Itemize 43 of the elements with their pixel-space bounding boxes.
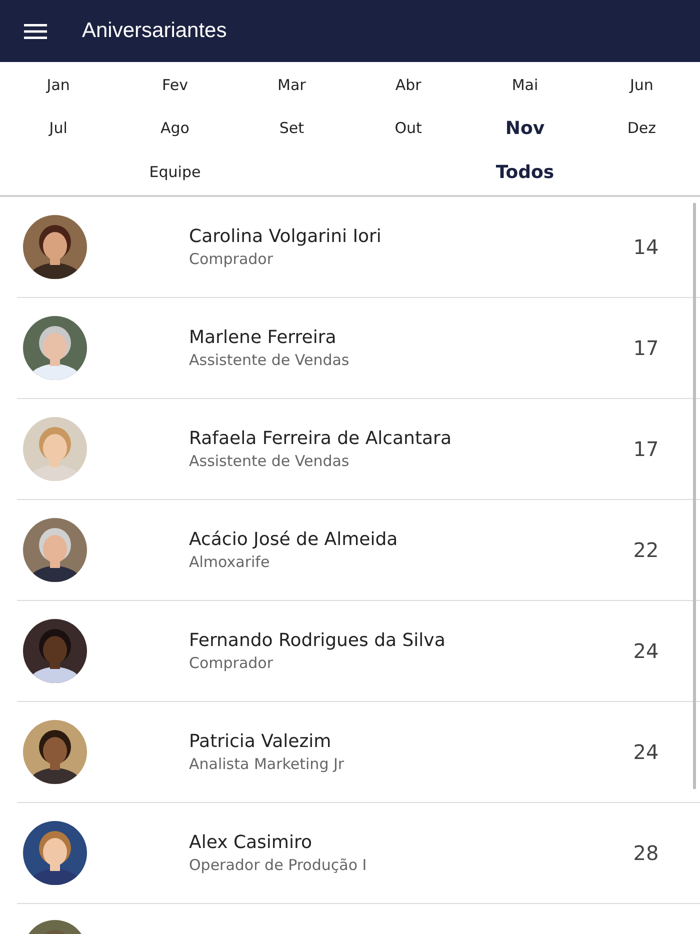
- person-name: Carolina Volgarini Iori: [189, 225, 382, 249]
- job-title: Assistente de Vendas: [189, 451, 350, 471]
- month-tab[interactable]: Nov: [505, 107, 545, 150]
- birthday-day: 24: [616, 737, 676, 767]
- person-name: Patricia Valezim: [189, 730, 332, 754]
- job-title: Almoxarife: [189, 552, 271, 572]
- birthday-row[interactable]: Rafaela Ferreira de Alcantara Assistente de Vendas 17: [17, 399, 700, 500]
- month-tab[interactable]: Abr: [395, 64, 422, 107]
- birthday-day: 28: [616, 838, 676, 868]
- filter-tab[interactable]: Todos: [496, 150, 554, 194]
- filter-tab[interactable]: Equipe: [149, 150, 201, 194]
- birthday-day: 24: [616, 636, 676, 666]
- birthday-day: 17: [616, 434, 676, 464]
- job-title: Comprador: [189, 653, 274, 673]
- month-tab[interactable]: Jun: [630, 64, 654, 107]
- birthday-row[interactable]: Patricia Valezim Analista Marketing Jr 24: [17, 702, 700, 803]
- month-tab[interactable]: Dez: [627, 107, 656, 150]
- birthday-row[interactable]: Alex Casimiro Operador de Produção I 28: [17, 803, 700, 904]
- month-tab[interactable]: Mar: [278, 64, 306, 107]
- app-title: Aniversariantes: [82, 18, 227, 44]
- birthday-row[interactable]: Marlene Ferreira Assistente de Vendas 17: [17, 298, 700, 399]
- person-name: Marlene Ferreira: [189, 326, 338, 350]
- birthday-row[interactable]: Fernando Rodrigues da Silva Comprador 24: [17, 601, 700, 702]
- month-tab[interactable]: Jul: [49, 107, 68, 150]
- month-tab[interactable]: Ago: [160, 107, 190, 150]
- month-tab[interactable]: Jan: [46, 64, 70, 107]
- person-name: Alex Casimiro: [189, 831, 313, 855]
- month-tab[interactable]: Out: [394, 107, 422, 150]
- person-name: Fernando Rodrigues da Silva: [189, 629, 446, 653]
- person-name: Rafaela Ferreira de Alcantara: [189, 427, 452, 451]
- job-title: Operador de Produção I: [189, 855, 368, 875]
- birthday-row[interactable]: Acácio José de Almeida Almoxarife 22: [17, 500, 700, 601]
- birthday-day: 22: [616, 535, 676, 565]
- job-title: Assistente de Vendas: [189, 350, 350, 370]
- month-tab[interactable]: Mai: [512, 64, 538, 107]
- job-title: Analista Marketing Jr: [189, 754, 346, 774]
- birthday-day: 17: [616, 333, 676, 363]
- birthday-row[interactable]: Carolina Volgarini Iori Comprador 14: [17, 197, 700, 298]
- job-title: Comprador: [189, 249, 274, 269]
- month-tab[interactable]: Set: [279, 107, 304, 150]
- month-tab[interactable]: Fev: [162, 64, 188, 107]
- person-name: Acácio José de Almeida: [189, 528, 399, 552]
- birthday-day: 14: [616, 232, 676, 262]
